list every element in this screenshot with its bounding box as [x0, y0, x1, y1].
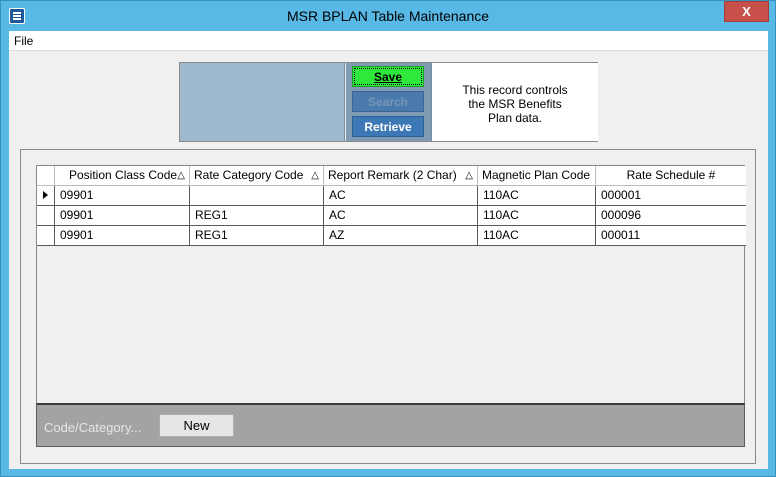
row-selector[interactable] [37, 226, 55, 245]
cell-position-class[interactable]: 09901 [55, 226, 190, 245]
header-corner [37, 166, 55, 186]
row-selector[interactable] [37, 186, 55, 205]
action-panel: Save Search Retrieve This record control… [179, 62, 598, 142]
row-selector[interactable] [37, 206, 55, 225]
column-header-label: Report Remark (2 Char) [328, 168, 457, 182]
save-button[interactable]: Save [352, 66, 424, 87]
column-header-label: Position Class Code [69, 168, 178, 182]
title-bar[interactable]: MSR BPLAN Table Maintenance X [1, 1, 775, 31]
code-category-label: Code/Category... [44, 420, 142, 435]
column-header-label: Magnetic Plan Code [482, 168, 591, 182]
cell-rate-category[interactable]: REG1 [190, 206, 324, 225]
new-button[interactable]: New [159, 414, 234, 437]
cell-rate-category[interactable] [190, 186, 324, 205]
cell-magnetic-plan[interactable]: 110AC [478, 226, 596, 245]
cell-position-class[interactable]: 09901 [55, 186, 190, 205]
info-line-1: This record controls [462, 83, 568, 97]
cell-magnetic-plan[interactable]: 110AC [478, 186, 596, 205]
grid-header: Position Class Code △ Rate Category Code… [37, 166, 746, 186]
cell-rate-schedule[interactable]: 000011 [596, 226, 746, 245]
cell-magnetic-plan[interactable]: 110AC [478, 206, 596, 225]
close-button[interactable]: X [724, 1, 769, 22]
sort-icon: △ [311, 170, 319, 181]
sort-icon: △ [465, 170, 473, 181]
column-header-rate-category[interactable]: Rate Category Code △ [190, 166, 324, 186]
table-row[interactable]: 09901 REG1 AC 110AC 000096 [37, 206, 746, 226]
column-header-magnetic-plan[interactable]: Magnetic Plan Code [478, 166, 596, 186]
current-row-icon [43, 191, 48, 199]
retrieve-button[interactable]: Retrieve [352, 116, 424, 137]
cell-report-remark[interactable]: AC [324, 186, 478, 205]
sort-icon: △ [177, 170, 185, 181]
bottom-toolbar: Code/Category... New [36, 403, 745, 447]
save-button-label: Save [373, 70, 403, 84]
cell-report-remark[interactable]: AZ [324, 226, 478, 245]
info-line-3: Plan data. [487, 111, 543, 125]
blank-panel [180, 63, 345, 141]
window-title: MSR BPLAN Table Maintenance [286, 8, 490, 24]
menu-bar: File [9, 31, 768, 51]
column-header-rate-schedule[interactable]: Rate Schedule # [596, 166, 746, 186]
cell-rate-schedule[interactable]: 000001 [596, 186, 746, 205]
grid-frame: Position Class Code △ Rate Category Code… [20, 149, 756, 464]
table-row[interactable]: 09901 AC 110AC 000001 [37, 186, 746, 206]
cell-position-class[interactable]: 09901 [55, 206, 190, 225]
cell-report-remark[interactable]: AC [324, 206, 478, 225]
cell-rate-schedule[interactable]: 000096 [596, 206, 746, 225]
client-area: File Save Search Retrieve This record co… [9, 31, 768, 469]
data-grid: Position Class Code △ Rate Category Code… [36, 165, 746, 403]
table-row[interactable]: 09901 REG1 AZ 110AC 000011 [37, 226, 746, 246]
column-header-label: Rate Schedule # [626, 168, 716, 182]
app-window: MSR BPLAN Table Maintenance X File Save … [0, 0, 776, 477]
info-line-2: the MSR Benefits [468, 97, 562, 111]
column-header-report-remark[interactable]: Report Remark (2 Char) △ [324, 166, 478, 186]
info-text: This record controls the MSR Benefits Pl… [432, 63, 598, 141]
menu-file[interactable]: File [14, 34, 33, 48]
search-button[interactable]: Search [352, 91, 424, 112]
cell-rate-category[interactable]: REG1 [190, 226, 324, 245]
column-header-label: Rate Category Code [194, 168, 304, 182]
button-strip: Save Search Retrieve [346, 63, 432, 141]
column-header-position-class[interactable]: Position Class Code △ [55, 166, 190, 186]
